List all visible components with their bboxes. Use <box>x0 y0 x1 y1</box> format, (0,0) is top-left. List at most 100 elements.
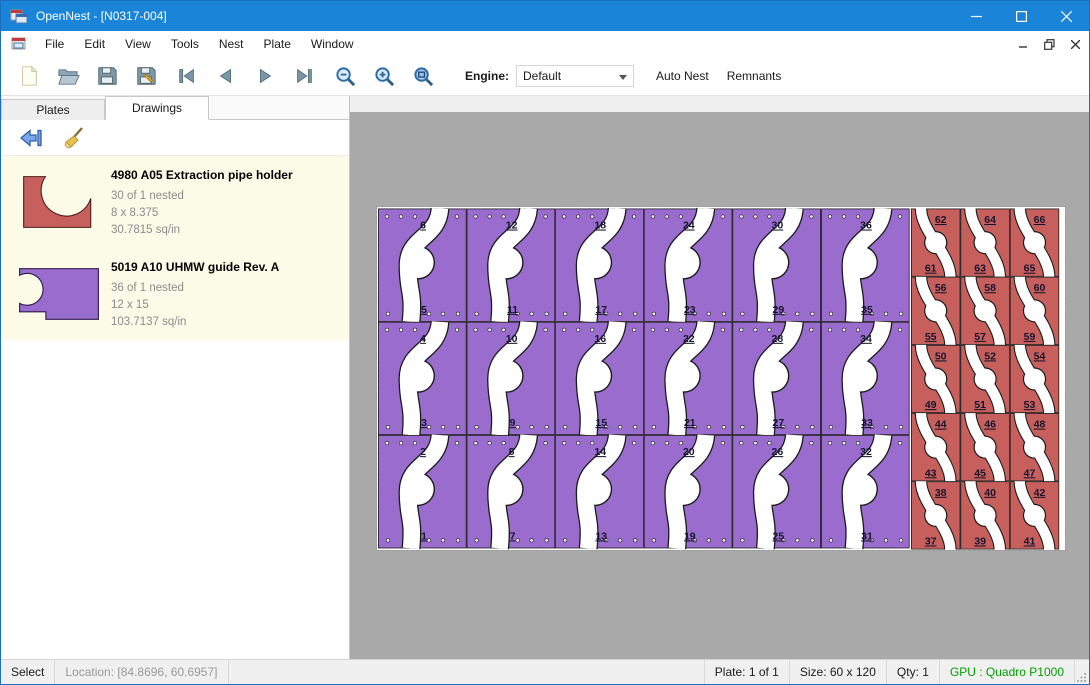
nested-part-pair-purple[interactable]: 1211 <box>467 209 555 322</box>
nested-part-pair-red[interactable]: 54 53 <box>1010 345 1059 413</box>
nested-part-pair-purple[interactable]: 65 <box>378 209 466 322</box>
send-to-nest-button[interactable] <box>18 125 44 151</box>
drawing-title: 4980 A05 Extraction pipe holder <box>111 168 343 182</box>
nested-part-pair-purple[interactable]: 43 <box>378 322 466 435</box>
menu-item-view[interactable]: View <box>115 32 161 56</box>
part-number: 17 <box>595 304 607 316</box>
part-number: 43 <box>925 467 937 479</box>
nested-part-pair-red[interactable]: 5857 <box>961 277 1010 345</box>
chevron-down-icon <box>619 75 627 80</box>
nested-part-pair-purple[interactable]: 3231 <box>821 435 909 548</box>
drawing-size: 8 x 8.375 <box>111 205 343 222</box>
nested-part-pair-purple[interactable]: 3635 <box>821 209 909 322</box>
engine-label: Engine: <box>465 69 509 83</box>
part-number: 53 <box>1024 399 1036 411</box>
engine-selected-value: Default <box>523 69 561 83</box>
menu-item-tools[interactable]: Tools <box>161 32 209 56</box>
nested-part-pair-red[interactable]: 6059 <box>1010 277 1059 345</box>
menu-item-window[interactable]: Window <box>301 32 364 56</box>
nested-part-pair-red[interactable]: 42 41 <box>1010 481 1059 549</box>
zoom-out-button[interactable] <box>333 64 357 88</box>
part-number: 46 <box>984 419 996 431</box>
auto-nest-button[interactable]: Auto Nest <box>650 65 715 87</box>
nested-part-pair-red[interactable]: 5655 <box>911 277 960 345</box>
part-number: 66 <box>1034 214 1046 226</box>
menu-item-edit[interactable]: Edit <box>74 32 115 56</box>
nested-part-pair-red[interactable]: 4645 <box>961 413 1010 481</box>
remnants-button[interactable]: Remnants <box>721 65 788 87</box>
status-qty: Qty: 1 <box>887 660 940 684</box>
tab-drawings[interactable]: Drawings <box>105 96 209 120</box>
part-number: 9 <box>510 417 516 429</box>
part-number: 64 <box>984 214 996 226</box>
nested-part-pair-red[interactable]: 64 63 <box>961 209 1010 277</box>
next-plate-button[interactable] <box>253 64 277 88</box>
mdi-minimize-button[interactable] <box>1011 34 1035 54</box>
close-button[interactable] <box>1044 1 1089 31</box>
menu-item-plate[interactable]: Plate <box>254 32 301 56</box>
nested-part-pair-purple[interactable]: 1817 <box>556 209 644 322</box>
drawing-area: 30.7815 sq/in <box>111 222 343 239</box>
drawing-item[interactable]: 5019 A10 UHMW guide Rev. A36 of 1 nested… <box>1 248 349 340</box>
canvas-area[interactable]: 6512111817242330293635431091615222128273… <box>350 112 1089 659</box>
mdi-close-button[interactable] <box>1063 34 1087 54</box>
nested-part-pair-red[interactable]: 4039 <box>961 481 1010 549</box>
nested-part-pair-purple[interactable]: 2827 <box>733 322 821 435</box>
menu-item-file[interactable]: File <box>35 32 74 56</box>
nested-part-pair-purple[interactable]: 3433 <box>821 322 909 435</box>
app-window: OpenNest - [N0317-004] FileEditViewTools… <box>0 0 1090 685</box>
zoom-fit-button[interactable] <box>411 64 435 88</box>
first-plate-button[interactable] <box>175 64 199 88</box>
nested-part-pair-red[interactable]: 6261 <box>911 209 960 277</box>
nested-part-pair-red[interactable]: 5049 <box>911 345 960 413</box>
part-number: 41 <box>1024 536 1036 548</box>
nested-part-pair-purple[interactable]: 87 <box>467 435 555 548</box>
nested-part-pair-purple[interactable]: 2019 <box>644 435 732 548</box>
nested-part-pair-purple[interactable]: 21 <box>378 435 466 548</box>
nested-part-pair-red[interactable]: 4443 <box>911 413 960 481</box>
part-number: 15 <box>595 417 607 429</box>
nested-part-pair-red[interactable]: 3837 <box>911 481 960 549</box>
nested-part-pair-purple[interactable]: 2423 <box>644 209 732 322</box>
part-number: 54 <box>1034 350 1046 362</box>
save-button[interactable] <box>95 64 119 88</box>
nested-part-pair-purple[interactable]: 2625 <box>733 435 821 548</box>
nested-part-pair-red[interactable]: 6665 <box>1010 209 1059 277</box>
nested-part-pair-red[interactable]: 5251 <box>961 345 1010 413</box>
engine-select[interactable]: Default <box>516 65 634 87</box>
nested-part-pair-red[interactable]: 4847 <box>1010 413 1059 481</box>
tab-plates[interactable]: Plates <box>1 99 105 120</box>
status-bar: Select Location: [84.8696, 60.6957] Plat… <box>1 659 1089 684</box>
drawing-item[interactable]: 4980 A05 Extraction pipe holder30 of 1 n… <box>1 156 349 248</box>
nested-part-pair-purple[interactable]: 3029 <box>733 209 821 322</box>
last-plate-button[interactable] <box>292 64 316 88</box>
nested-part-pair-purple[interactable]: 2221 <box>644 322 732 435</box>
maximize-button[interactable] <box>999 1 1044 31</box>
clear-broom-button[interactable] <box>61 125 87 151</box>
part-number: 32 <box>860 446 872 458</box>
mdi-restore-button[interactable] <box>1037 34 1061 54</box>
part-number: 50 <box>935 350 947 362</box>
part-number: 10 <box>506 333 518 345</box>
zoom-in-button[interactable] <box>372 64 396 88</box>
panel-tabs: Plates Drawings <box>1 96 349 120</box>
nested-part-pair-purple[interactable]: 1413 <box>556 435 644 548</box>
part-number: 14 <box>594 446 606 458</box>
part-number: 11 <box>507 304 518 316</box>
part-number: 42 <box>1034 487 1046 499</box>
part-number: 60 <box>1034 282 1046 294</box>
plate-svg: 6512111817242330293635431091615222128273… <box>377 207 1065 550</box>
plate-sheet[interactable]: 6512111817242330293635431091615222128273… <box>377 207 1065 550</box>
previous-plate-button[interactable] <box>214 64 238 88</box>
status-location: Location: [84.8696, 60.6957] <box>55 660 228 684</box>
menu-item-nest[interactable]: Nest <box>209 32 254 56</box>
nested-part-pair-purple[interactable]: 10 9 <box>467 322 555 435</box>
part-number: 25 <box>773 530 785 542</box>
nested-part-pair-purple[interactable]: 1615 <box>556 322 644 435</box>
new-document-button[interactable] <box>17 64 41 88</box>
save-as-button[interactable] <box>134 64 158 88</box>
minimize-button[interactable] <box>954 1 999 31</box>
resize-grip[interactable] <box>1075 660 1089 684</box>
part-number: 63 <box>974 263 986 275</box>
open-file-button[interactable] <box>56 64 80 88</box>
